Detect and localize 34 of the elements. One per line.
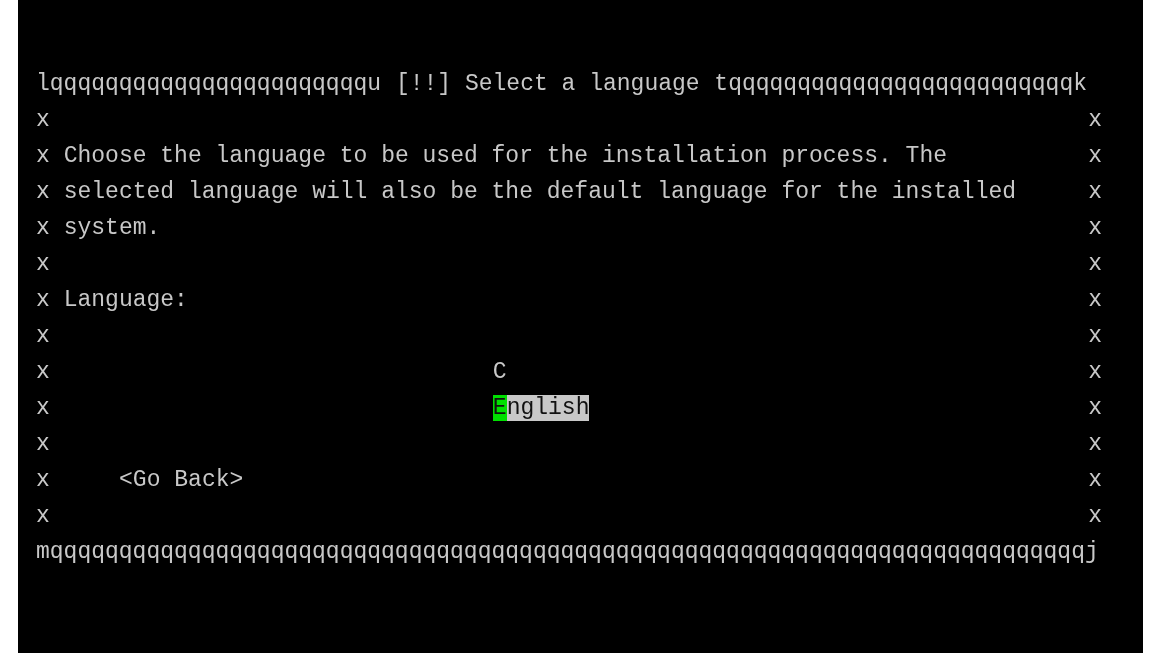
frame-border: x [1088, 431, 1102, 457]
frame-border: x [36, 359, 50, 385]
go-back-button[interactable]: <Go Back> [119, 467, 244, 493]
frame-border: x [36, 431, 50, 457]
frame-border: x [1088, 287, 1102, 313]
frame-border: x [1088, 251, 1102, 277]
frame-border: lqqqqqqqqqqqqqqqqqqqqqqqu [36, 71, 382, 97]
frame-border: x [1088, 107, 1102, 133]
frame-border: x [1088, 323, 1102, 349]
frame-border: tqqqqqqqqqqqqqqqqqqqqqqqqqk [714, 71, 1087, 97]
prompt-text: system. [63, 215, 161, 241]
frame-border: x [36, 251, 50, 277]
frame-border: x [36, 143, 50, 169]
prompt-text: Language: [63, 287, 188, 313]
frame-border: x [1088, 143, 1102, 169]
language-option[interactable]: C [492, 359, 507, 385]
frame-border: x [1088, 503, 1102, 529]
frame-border: x [1088, 215, 1102, 241]
prompt-text: Choose the language to be used for the installation process. The [63, 143, 948, 169]
dialog-title: [!!] Select a language [395, 71, 700, 97]
frame-border: x [36, 179, 50, 205]
prompt-text: selected language will also be the default language for the installed [63, 179, 1017, 205]
frame-border: x [36, 215, 50, 241]
frame-border: x [36, 467, 50, 493]
frame-border: x [36, 107, 50, 133]
frame-border: x [1088, 359, 1102, 385]
frame-border: x [1088, 467, 1102, 493]
frame-border: x [1088, 395, 1102, 421]
frame-border: x [1088, 179, 1102, 205]
frame-border: mqqqqqqqqqqqqqqqqqqqqqqqqqqqqqqqqqqqqqqqqqqqqqqqqqqqqqqqqqqqqqqqqqqqqqqqqqqqj [36, 539, 1099, 565]
frame-border: x [36, 503, 50, 529]
frame-border: x [36, 287, 50, 313]
frame-border: x [36, 395, 50, 421]
frame-border: x [36, 323, 50, 349]
